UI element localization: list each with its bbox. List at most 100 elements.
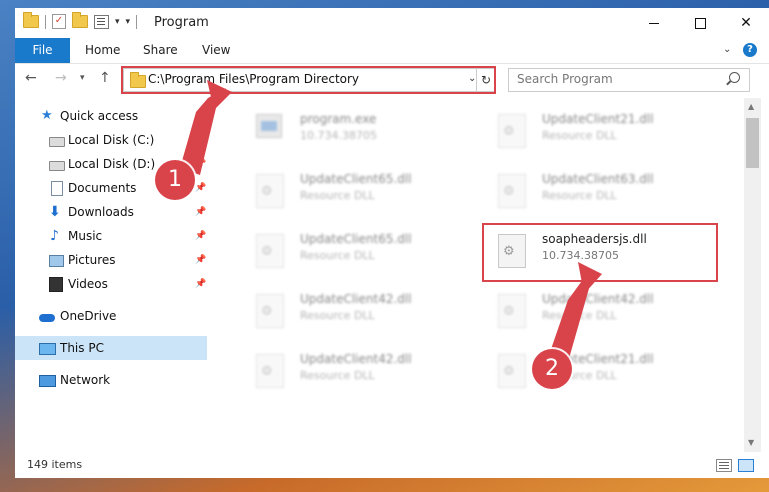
file-description: Resource DLL: [300, 189, 375, 202]
close-button[interactable]: ✕: [723, 8, 769, 38]
file-description: Resource DLL: [300, 249, 375, 262]
folder-icon[interactable]: [23, 12, 39, 28]
dll-file-icon: [498, 354, 526, 388]
dll-file-icon: [498, 114, 526, 148]
vertical-scrollbar[interactable]: ▲ ▼: [744, 98, 761, 452]
properties-check-icon[interactable]: ✓: [52, 14, 66, 29]
search-box[interactable]: Search Program: [508, 68, 750, 92]
sidebar-item-label: Pictures: [68, 253, 116, 267]
pin-icon[interactable]: 📌: [195, 135, 206, 145]
sidebar-item-label: Local Disk (D:): [68, 157, 156, 171]
dll-file-icon: [256, 174, 284, 208]
pin-icon[interactable]: 📌: [195, 207, 206, 217]
sidebar-item-downloads[interactable]: ⬇ Downloads 📌: [15, 200, 207, 224]
file-description: Resource DLL: [542, 189, 617, 202]
file-description: 10.734.38705: [300, 129, 377, 142]
disk-icon: [49, 160, 65, 171]
step-1-badge: 1: [155, 160, 195, 200]
tab-view[interactable]: View: [202, 38, 230, 63]
tab-home[interactable]: Home: [85, 38, 120, 63]
sidebar-item-quick-access[interactable]: ★ Quick access: [15, 104, 207, 128]
sidebar-item-label: OneDrive: [60, 309, 117, 323]
disk-icon: [49, 136, 65, 147]
scroll-up-icon[interactable]: ▲: [748, 102, 754, 111]
computer-icon: [39, 342, 56, 355]
window-title: Program: [154, 15, 209, 30]
toolbar-divider: [45, 14, 46, 29]
sidebar-item-network[interactable]: Network: [15, 368, 207, 392]
scroll-down-icon[interactable]: ▼: [748, 438, 754, 447]
search-icon[interactable]: [729, 72, 740, 83]
view-properties-icon[interactable]: [94, 14, 109, 29]
status-bar: 149 items: [15, 452, 769, 478]
new-folder-icon[interactable]: [72, 12, 88, 28]
file-highlight: [482, 223, 718, 282]
title-bar: ✓ ▾ ▾ Program ✕: [15, 8, 769, 38]
sidebar-item-onedrive[interactable]: OneDrive: [15, 304, 207, 328]
sidebar-item-music[interactable]: ♪ Music 📌: [15, 224, 207, 248]
pin-icon[interactable]: 📌: [195, 159, 206, 169]
large-icons-view-icon[interactable]: [738, 459, 754, 472]
tab-file[interactable]: File: [15, 38, 70, 63]
file-description: Resource DLL: [300, 309, 375, 322]
chevron-down-icon[interactable]: ▾: [115, 17, 120, 27]
file-item[interactable]: UpdateClient21.dll Resource DLL: [484, 108, 714, 160]
details-view-icon[interactable]: [716, 459, 732, 472]
sidebar-item-local-disk-c[interactable]: Local Disk (C:) 📌: [15, 128, 207, 152]
dll-file-icon: [498, 294, 526, 328]
pin-icon[interactable]: 📌: [195, 279, 206, 289]
file-item[interactable]: UpdateClient65.dll Resource DLL: [242, 168, 472, 220]
pin-icon[interactable]: 📌: [195, 231, 206, 241]
maximize-icon: [694, 17, 706, 29]
tab-share[interactable]: Share: [143, 38, 178, 63]
address-bar-highlight: [121, 66, 496, 94]
document-icon: [51, 180, 63, 196]
file-description: Resource DLL: [542, 309, 617, 322]
maximize-button[interactable]: [677, 8, 723, 38]
file-item[interactable]: program.exe 10.734.38705: [242, 108, 472, 160]
sidebar-item-label: Downloads: [68, 205, 134, 219]
pictures-icon: [49, 255, 64, 267]
search-input[interactable]: Search Program: [517, 72, 613, 86]
file-name: program.exe: [300, 112, 377, 126]
recent-locations-icon[interactable]: ▾: [80, 73, 85, 83]
file-name: UpdateClient63.dll: [542, 172, 654, 186]
sidebar-item-label: Local Disk (C:): [68, 133, 155, 147]
file-name: UpdateClient42.dll: [300, 352, 412, 366]
pin-icon[interactable]: 📌: [195, 183, 206, 193]
cloud-icon: [39, 314, 55, 322]
file-item[interactable]: UpdateClient42.dll Resource DLL: [484, 288, 714, 340]
music-icon: ♪: [50, 228, 59, 244]
file-item[interactable]: UpdateClient65.dll Resource DLL: [242, 228, 472, 280]
file-description: Resource DLL: [300, 369, 375, 382]
pin-icon[interactable]: 📌: [195, 255, 206, 265]
sidebar-item-label: Network: [60, 373, 111, 387]
sidebar-item-videos[interactable]: Videos 📌: [15, 272, 207, 296]
back-arrow-icon[interactable]: ←: [25, 70, 37, 86]
network-icon: [39, 375, 56, 387]
customize-toolbar-icon[interactable]: ▾: [126, 17, 131, 27]
help-icon[interactable]: ?: [743, 43, 757, 57]
file-name: UpdateClient42.dll: [542, 292, 654, 306]
sidebar-item-label: This PC: [60, 341, 104, 355]
forward-arrow-icon[interactable]: →: [55, 70, 67, 86]
expand-ribbon-icon[interactable]: ⌄: [723, 44, 731, 55]
close-icon: ✕: [740, 15, 752, 31]
file-item[interactable]: UpdateClient42.dll Resource DLL: [242, 348, 472, 400]
minimize-button[interactable]: [631, 8, 677, 38]
download-icon: ⬇: [49, 204, 61, 220]
file-item[interactable]: UpdateClient21.dll Resource DLL: [484, 348, 714, 400]
navigation-pane: ★ Quick access Local Disk (C:) 📌 Local D…: [15, 98, 210, 452]
dll-file-icon: [498, 174, 526, 208]
sidebar-item-label: Documents: [68, 181, 137, 195]
video-icon: [49, 276, 63, 292]
scrollbar-thumb[interactable]: [746, 118, 759, 168]
sidebar-item-pictures[interactable]: Pictures 📌: [15, 248, 207, 272]
up-arrow-icon[interactable]: ↑: [99, 70, 111, 86]
sidebar-item-label: Music: [68, 229, 103, 243]
file-item[interactable]: UpdateClient63.dll Resource DLL: [484, 168, 714, 220]
file-item[interactable]: UpdateClient42.dll Resource DLL: [242, 288, 472, 340]
sidebar-item-this-pc[interactable]: This PC: [15, 336, 207, 360]
toolbar-divider: [136, 14, 138, 29]
dll-file-icon: [256, 234, 284, 268]
